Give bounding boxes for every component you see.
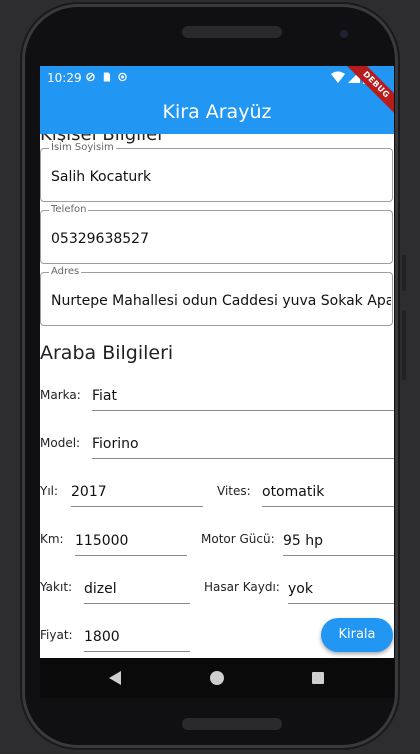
volume-button	[402, 255, 406, 291]
sim-card-icon	[103, 72, 111, 82]
km-label: Km:	[40, 532, 64, 546]
name-field[interactable]: İsim Soyisim Salih Kocaturk	[40, 142, 393, 202]
engine-power-label: Motor Gücü:	[201, 532, 275, 546]
gear-label: Vites:	[217, 484, 251, 498]
year-value: 2017	[71, 484, 107, 500]
recent-apps-icon[interactable]	[312, 672, 324, 684]
phone-field-label: Telefon	[49, 204, 89, 215]
damage-record-value: yok	[288, 581, 313, 597]
brand-label: Marka:	[40, 388, 81, 402]
model-value: Fiorino	[92, 436, 139, 452]
km-input[interactable]: 115000	[75, 527, 187, 556]
brand-value: Fiat	[92, 388, 117, 404]
brand-input[interactable]: Fiat	[92, 382, 394, 411]
year-label: Yıl:	[40, 484, 59, 498]
bottom-speaker	[182, 718, 282, 730]
fuel-value: dizel	[84, 581, 117, 597]
name-field-value[interactable]: Salih Kocaturk	[51, 169, 391, 185]
address-field-value[interactable]: Nurtepe Mahallesi odun Caddesi yuva Soka…	[51, 293, 391, 309]
engine-power-input[interactable]: 95 hp	[283, 527, 394, 556]
name-field-label: İsim Soyisim	[49, 142, 116, 153]
gear-value: otomatik	[262, 484, 325, 500]
app-screen: 10:29 Kira Arayüz DEBUG Kişisel Bilgiler…	[40, 66, 394, 658]
address-field-label: Adres	[49, 266, 82, 277]
app-bar: Kira Arayüz	[40, 90, 394, 134]
gear-input[interactable]: otomatik	[262, 478, 394, 507]
rent-button[interactable]: Kirala	[321, 618, 393, 652]
model-label: Model:	[40, 436, 81, 450]
status-bar: 10:29	[40, 66, 394, 90]
fuel-input[interactable]: dizel	[84, 575, 190, 604]
app-title: Kira Arayüz	[162, 101, 272, 123]
phone-field[interactable]: Telefon 05329638527	[40, 204, 393, 264]
fuel-label: Yakıt:	[40, 580, 73, 594]
phone-field-value[interactable]: 05329638527	[51, 231, 391, 247]
top-speaker	[182, 26, 282, 38]
wifi-icon	[331, 71, 345, 83]
car-section-title: Araba Bilgileri	[40, 342, 174, 364]
status-time: 10:29	[47, 71, 82, 85]
damage-record-label: Hasar Kaydı:	[204, 580, 280, 594]
back-icon[interactable]	[109, 671, 121, 685]
android-nav-bar	[40, 658, 394, 698]
home-icon[interactable]	[210, 671, 224, 685]
model-input[interactable]: Fiorino	[92, 430, 394, 459]
price-input[interactable]: 1800	[84, 623, 190, 652]
sync-status-icon	[118, 72, 127, 82]
damage-record-input[interactable]: yok	[288, 575, 394, 604]
engine-power-value: 95 hp	[283, 533, 324, 549]
form-scroll-area[interactable]: Kişisel Bilgiler İsim Soyisim Salih Koca…	[40, 134, 394, 658]
address-field[interactable]: Adres Nurtepe Mahallesi odun Caddesi yuv…	[40, 266, 393, 326]
km-value: 115000	[75, 533, 129, 549]
year-input[interactable]: 2017	[71, 478, 203, 507]
price-value: 1800	[84, 629, 120, 645]
price-label: Fiyat:	[40, 628, 73, 642]
power-button	[402, 310, 406, 380]
shield-status-icon	[86, 72, 95, 82]
front-camera	[340, 30, 348, 38]
